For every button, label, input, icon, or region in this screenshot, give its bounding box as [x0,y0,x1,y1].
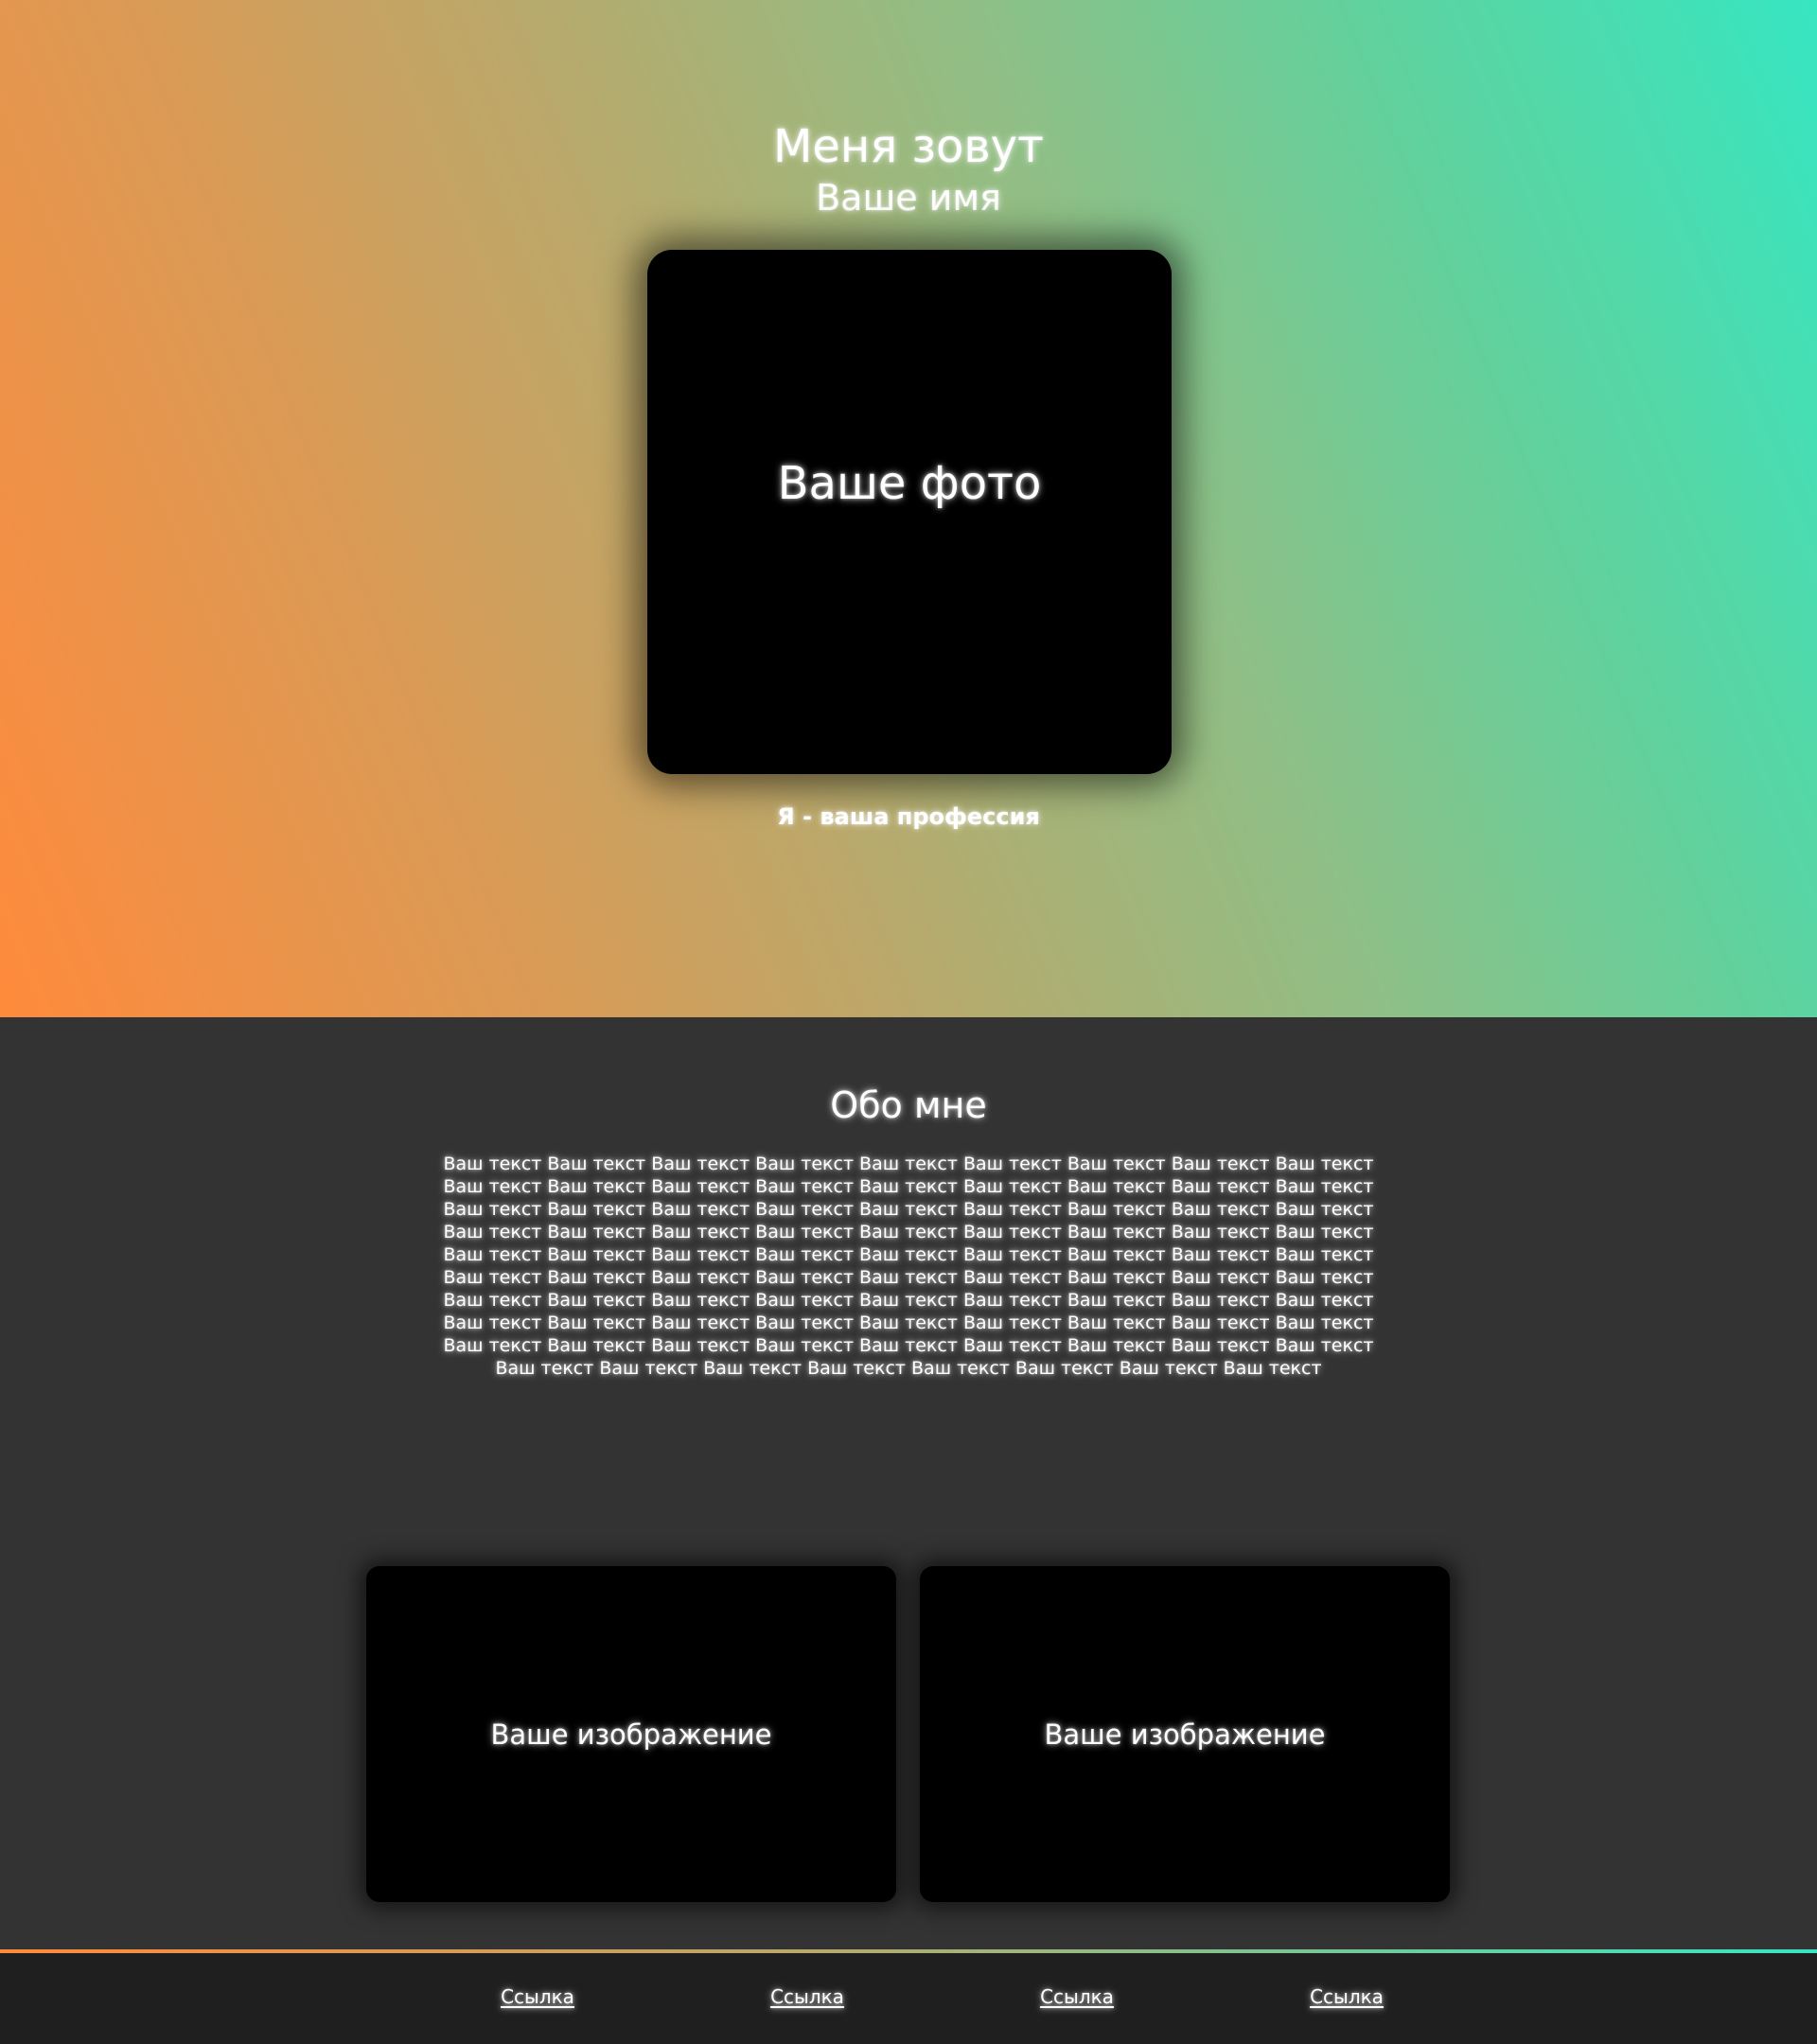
profession-text: Я - ваша профессия [777,803,1040,830]
footer-link-1[interactable]: Ссылка [501,1983,574,2010]
hero-section: Меня зовут Ваше имя Ваше фото Я - ваша п… [0,0,1817,1017]
about-title: Обо мне [830,1084,987,1126]
image-placeholder-2: Ваше изображение [920,1566,1450,1902]
hero-name: Ваше имя [816,177,1001,219]
footer-link-4[interactable]: Ссылка [1310,1983,1384,2010]
about-text: Ваш текст Ваш текст Ваш текст Ваш текст … [443,1154,1374,1379]
photo-label: Ваше фото [777,457,1042,510]
hero-title: Меня зовут [772,120,1044,173]
profile-photo-placeholder: Ваше фото [647,250,1172,774]
footer: Ссылка Ссылка Ссылка Ссылка [0,1953,1817,2044]
footer-link-3[interactable]: Ссылка [1040,1983,1114,2010]
image-label: Ваше изображение [1044,1718,1326,1751]
image-label: Ваше изображение [490,1718,772,1751]
footer-link-2[interactable]: Ссылка [770,1983,844,2010]
image-placeholder-1: Ваше изображение [366,1566,896,1902]
about-section: Обо мне Ваш текст Ваш текст Ваш текст Ва… [0,1017,1817,1949]
